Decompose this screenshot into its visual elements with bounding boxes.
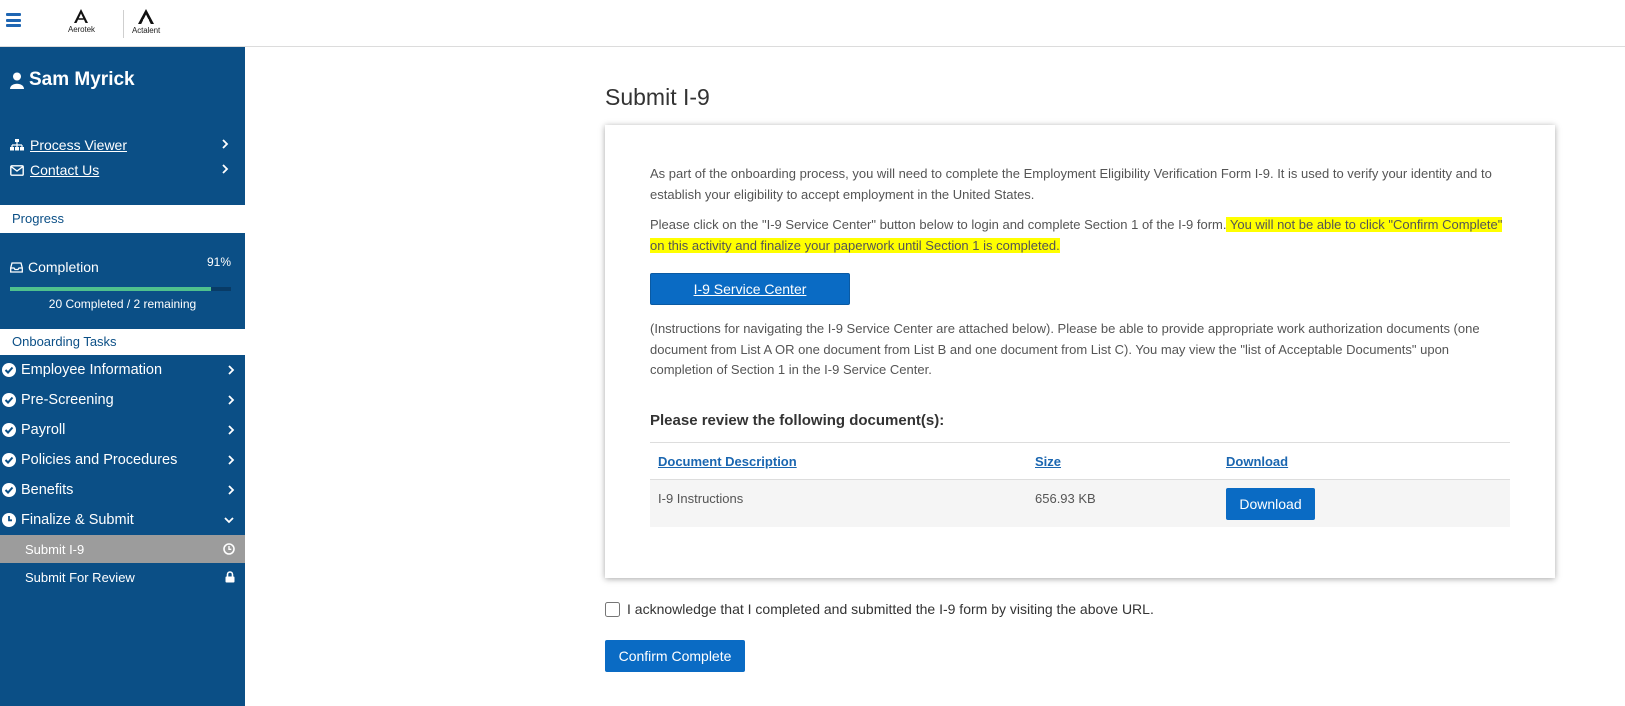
task-label: Benefits bbox=[21, 482, 74, 498]
completion-percent: 91% bbox=[206, 255, 231, 269]
acknowledge-checkbox[interactable] bbox=[605, 601, 620, 617]
progress-section-label: Progress bbox=[0, 205, 245, 233]
check-circle-icon bbox=[2, 423, 16, 437]
aerotek-logo-icon bbox=[74, 9, 89, 23]
documents-table: Document Description Size Download I-9 I… bbox=[650, 442, 1510, 527]
document-download-cell: Download bbox=[1218, 479, 1510, 527]
clock-icon bbox=[223, 543, 235, 555]
task-finalize-and-submit[interactable]: Finalize & Submit bbox=[0, 505, 245, 535]
lock-icon bbox=[225, 571, 235, 583]
completion-progress-fill bbox=[10, 287, 212, 291]
subtask-label: Submit I-9 bbox=[25, 541, 85, 557]
chevron-right-icon bbox=[228, 395, 235, 405]
logo-divider bbox=[123, 10, 124, 38]
intro-paragraph: As part of the onboarding process, you w… bbox=[650, 166, 1492, 202]
completion-progress-bar bbox=[10, 287, 231, 291]
user-icon bbox=[10, 72, 24, 89]
task-policies-and-procedures[interactable]: Policies and Procedures bbox=[0, 445, 245, 475]
task-label: Pre-Screening bbox=[21, 392, 114, 408]
check-circle-icon bbox=[2, 453, 16, 467]
task-employee-information[interactable]: Employee Information bbox=[0, 355, 245, 385]
i9-service-center-button[interactable]: I-9 Service Center bbox=[650, 273, 850, 305]
download-button[interactable]: Download bbox=[1226, 488, 1315, 520]
top-bar: Aerotek Actalent bbox=[0, 0, 1625, 47]
process-viewer-label: Process Viewer bbox=[30, 137, 128, 153]
chevron-right-icon bbox=[228, 485, 235, 495]
completion-row: Completion 91% bbox=[10, 255, 235, 275]
contact-us-link[interactable]: Contact Us bbox=[10, 162, 235, 178]
user-name: Sam Myrick bbox=[10, 69, 135, 91]
chevron-right-icon bbox=[228, 365, 235, 375]
column-document-description[interactable]: Document Description bbox=[650, 442, 1027, 480]
table-row: I-9 Instructions 656.93 KB Download bbox=[650, 479, 1510, 527]
actalent-logo-icon bbox=[138, 9, 155, 24]
envelope-icon bbox=[10, 164, 24, 176]
chevron-right-icon bbox=[228, 455, 235, 465]
document-description-cell: I-9 Instructions bbox=[650, 479, 1027, 527]
column-download[interactable]: Download bbox=[1218, 442, 1510, 480]
clock-icon bbox=[2, 513, 16, 527]
acknowledge-label: I acknowledge that I completed and submi… bbox=[627, 601, 1154, 617]
document-size-cell: 656.93 KB bbox=[1027, 479, 1218, 527]
subtask-label: Submit For Review bbox=[25, 569, 135, 585]
task-label: Finalize & Submit bbox=[21, 512, 134, 528]
chevron-down-icon bbox=[224, 517, 234, 524]
chevron-right-icon bbox=[222, 139, 229, 149]
onboarding-tasks-label: Onboarding Tasks bbox=[0, 329, 245, 355]
page-title: Submit I-9 bbox=[605, 84, 710, 110]
process-viewer-link[interactable]: Process Viewer bbox=[10, 137, 235, 153]
check-circle-icon bbox=[2, 393, 16, 407]
task-label: Payroll bbox=[21, 422, 66, 438]
actalent-logo-text: Actalent bbox=[132, 26, 161, 35]
chevron-right-icon bbox=[222, 164, 229, 174]
task-benefits[interactable]: Benefits bbox=[0, 475, 245, 505]
user-name-text: Sam Myrick bbox=[29, 69, 135, 90]
sidebar: Sam Myrick Process Viewer Contact Us Pro… bbox=[0, 47, 245, 706]
hamburger-menu-icon[interactable] bbox=[6, 13, 21, 27]
sitemap-icon bbox=[10, 139, 24, 151]
instruction-paragraph: Please click on the "I-9 Service Center"… bbox=[650, 215, 1510, 256]
documents-paragraph: (Instructions for navigating the I-9 Ser… bbox=[650, 321, 1480, 377]
acknowledge-row[interactable]: I acknowledge that I completed and submi… bbox=[605, 601, 1154, 617]
aerotek-logo[interactable]: Aerotek bbox=[68, 8, 95, 34]
check-circle-icon bbox=[2, 483, 16, 497]
inbox-icon bbox=[10, 261, 23, 273]
actalent-logo[interactable]: Actalent bbox=[132, 8, 160, 35]
confirm-complete-button[interactable]: Confirm Complete bbox=[605, 640, 745, 672]
subtask-submit-for-review[interactable]: Submit For Review bbox=[0, 563, 245, 591]
task-pre-screening[interactable]: Pre-Screening bbox=[0, 385, 245, 415]
content-card: As part of the onboarding process, you w… bbox=[605, 125, 1555, 578]
contact-us-label: Contact Us bbox=[30, 162, 100, 178]
chevron-right-icon bbox=[228, 425, 235, 435]
task-label: Employee Information bbox=[21, 362, 163, 378]
instruction-text: Please click on the "I-9 Service Center"… bbox=[650, 217, 1227, 232]
review-heading: Please review the following document(s): bbox=[650, 412, 945, 429]
completion-summary: 20 Completed / 2 remaining bbox=[48, 297, 197, 311]
column-size[interactable]: Size bbox=[1027, 442, 1218, 480]
aerotek-logo-text: Aerotek bbox=[68, 25, 95, 34]
completion-label: Completion bbox=[28, 259, 99, 275]
check-circle-icon bbox=[2, 363, 16, 377]
subtask-submit-i9[interactable]: Submit I-9 bbox=[0, 535, 245, 563]
table-header-row: Document Description Size Download bbox=[650, 442, 1510, 480]
task-label: Policies and Procedures bbox=[21, 452, 178, 468]
task-payroll[interactable]: Payroll bbox=[0, 415, 245, 445]
